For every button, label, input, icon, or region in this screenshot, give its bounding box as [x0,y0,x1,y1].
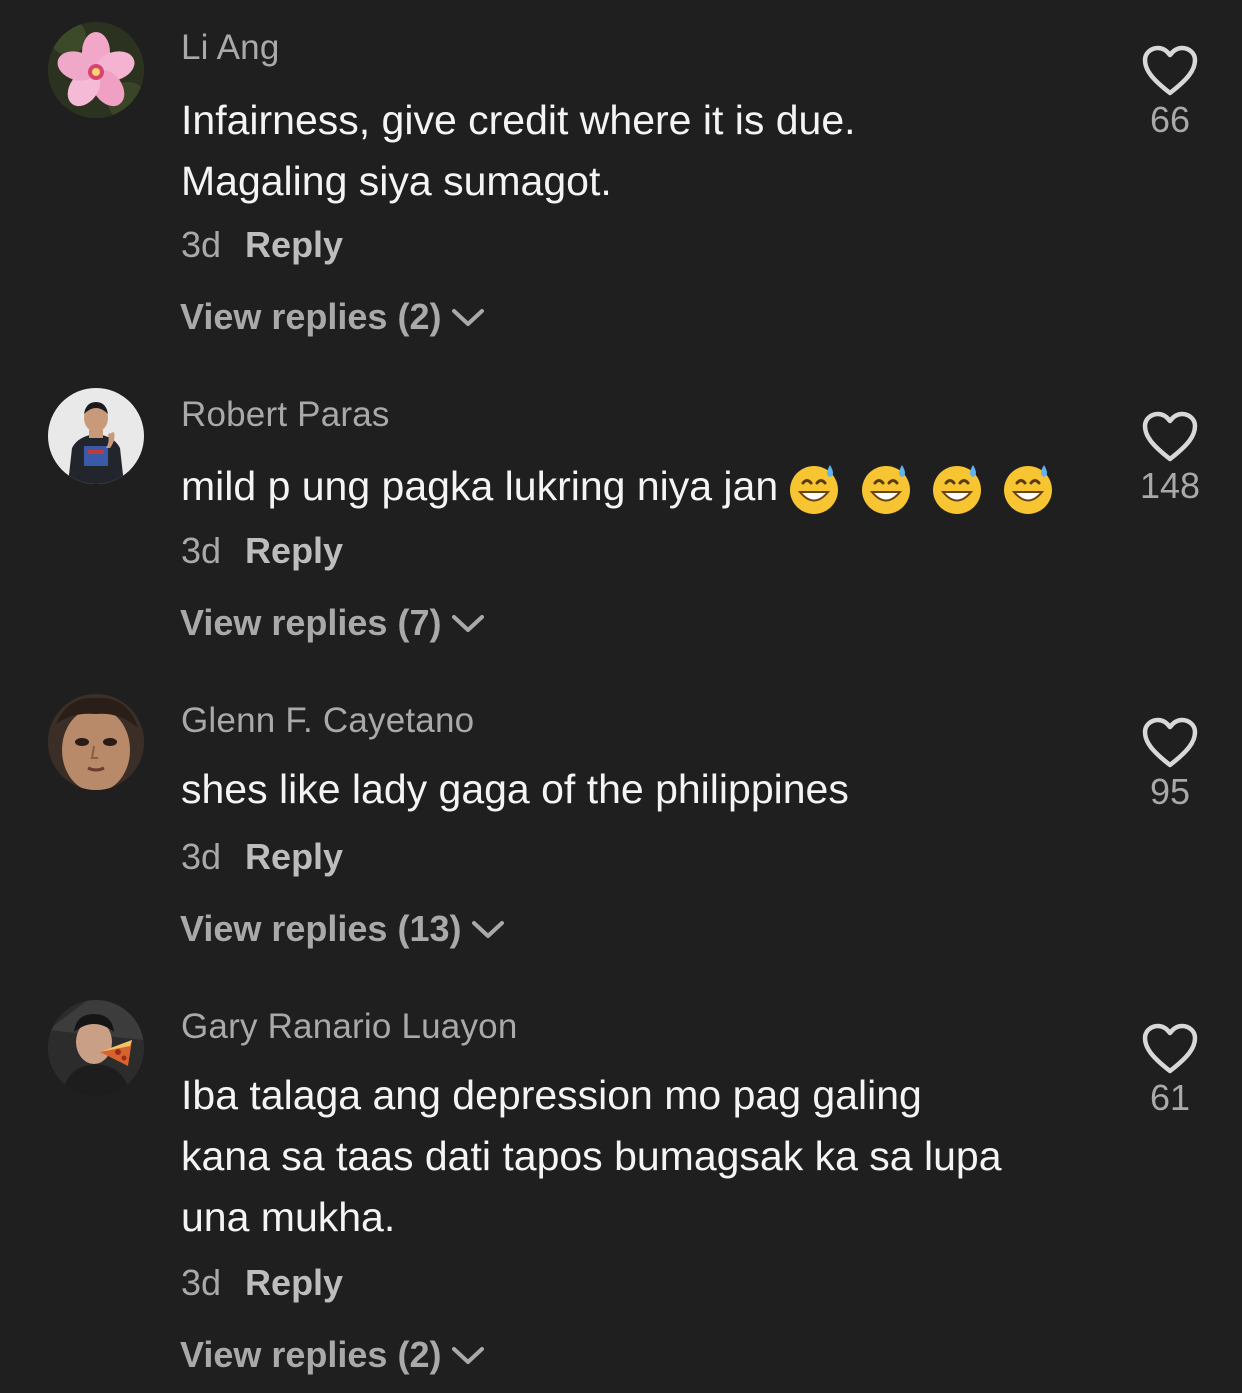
view-replies-button[interactable]: View replies (7) [180,602,485,644]
like-count: 148 [1139,465,1201,506]
view-replies-label: View replies (13) [180,908,462,949]
view-replies-label: View replies (7) [180,602,442,643]
comment-text-line: mild p ung pagka lukring niya jan [181,456,1081,517]
grinning-sweat-emoji-icon [1004,465,1053,515]
avatar[interactable] [48,694,144,790]
comment-text: Infairness, give credit where it is due.… [181,90,1081,212]
comment-text: Iba talaga ang depression mo pag galing … [181,1065,1081,1248]
pink-flower-avatar-icon [48,22,144,118]
comment-meta: 3d Reply [181,224,343,266]
heart-icon [1142,1023,1198,1074]
reply-button[interactable]: Reply [245,530,343,571]
comment-text: shes like lady gaga of the philippines [181,759,1081,820]
avatar[interactable] [48,1000,144,1096]
view-replies-button[interactable]: View replies (2) [180,296,485,338]
face-closeup-avatar-icon [48,694,144,790]
comment-text-line: Iba talaga ang depression mo pag galing [181,1072,922,1118]
like-count: 61 [1149,1077,1191,1118]
comment-author[interactable]: Robert Paras [181,395,390,435]
avatar[interactable] [48,388,144,484]
chevron-down-icon [452,309,485,326]
avatar[interactable] [48,22,144,118]
comment-author[interactable]: Gary Ranario Luayon [181,1007,518,1047]
grinning-sweat-emoji-icon [861,465,910,515]
comment-text-line: kana sa taas dati tapos bumagsak ka sa l… [181,1133,1002,1179]
heart-icon [1142,411,1198,462]
reply-button[interactable]: Reply [245,224,343,265]
like-count: 66 [1149,99,1191,140]
like-button[interactable]: 66 [1132,45,1208,141]
like-button[interactable]: 148 [1132,411,1208,507]
reply-button[interactable]: Reply [245,836,343,877]
man-portrait-avatar-icon [48,388,144,484]
man-eating-pizza-avatar-icon [48,1000,144,1096]
comment-text: mild p ung pagka lukring niya jan [181,456,1081,517]
comment-meta: 3d Reply [181,836,343,878]
view-replies-button[interactable]: View replies (2) [180,1334,485,1376]
reply-button[interactable]: Reply [245,1262,343,1303]
comment-text-line: una mukha. [181,1194,396,1240]
comment-text-line: shes like lady gaga of the philippines [181,766,849,812]
comment-meta: 3d Reply [181,530,343,572]
comment-text-line: Infairness, give credit where it is due. [181,97,856,143]
comment-time: 3d [181,224,222,265]
grinning-sweat-emoji-icon [932,465,981,515]
heart-icon [1142,717,1198,768]
comment-time: 3d [181,530,222,571]
like-button[interactable]: 95 [1132,717,1208,813]
comment-author[interactable]: Li Ang [181,28,280,68]
comment-time: 3d [181,1262,222,1303]
view-replies-label: View replies (2) [180,1334,442,1375]
comment-text-line: Magaling siya sumagot. [181,158,612,204]
chevron-down-icon [452,1347,485,1364]
comment-text-content: mild p ung pagka lukring niya jan [181,463,779,509]
chevron-down-icon [452,615,485,632]
emoji-group [788,456,1062,517]
view-replies-button[interactable]: View replies (13) [180,908,505,950]
grinning-sweat-emoji-icon [790,465,839,515]
view-replies-label: View replies (2) [180,296,442,337]
like-button[interactable]: 61 [1132,1023,1208,1119]
comment-time: 3d [181,836,222,877]
comment-author[interactable]: Glenn F. Cayetano [181,701,474,741]
like-count: 95 [1149,771,1191,812]
heart-icon [1142,45,1198,96]
chevron-down-icon [472,921,505,938]
comment-meta: 3d Reply [181,1262,343,1304]
